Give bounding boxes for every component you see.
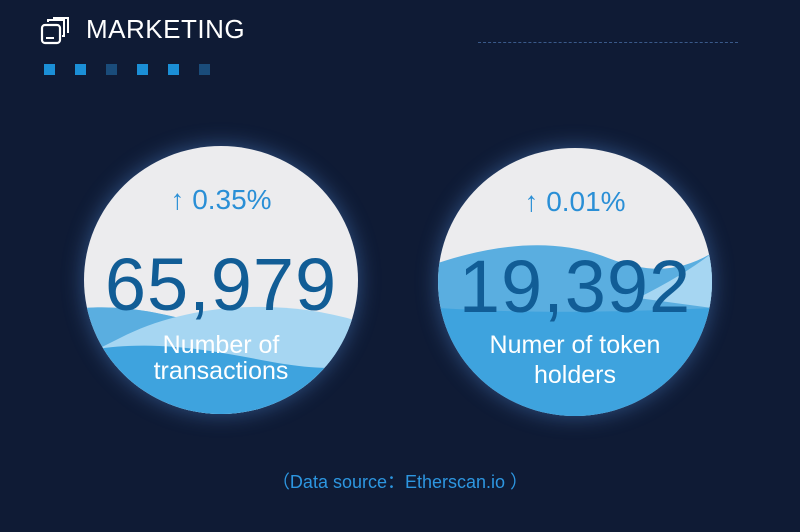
dot <box>168 64 179 75</box>
change-indicator: ↑ 0.01% <box>438 186 712 218</box>
change-value: 0.01% <box>546 186 626 217</box>
stat-card-transactions: ↑ 0.35% 65,979 Number of transactions <box>84 146 358 414</box>
dot <box>199 64 210 75</box>
stat-label-line2: transactions <box>153 357 289 385</box>
dot <box>137 64 148 75</box>
stat-label-line2: holders <box>534 361 616 389</box>
stat-value: 19,392 <box>458 245 692 328</box>
dot-row <box>44 64 210 75</box>
dot <box>75 64 86 75</box>
page-title: MARKETING <box>86 14 246 44</box>
arrow-up-icon: ↑ <box>524 186 539 217</box>
stat-label-line1: Numer of token <box>489 331 661 359</box>
change-indicator: ↑ 0.35% <box>84 184 358 216</box>
stacked-windows-icon <box>40 17 69 45</box>
dot <box>44 64 55 75</box>
stat-card-token-holders: ↑ 0.01% 19,392 Numer of token holders <box>438 148 712 416</box>
arrow-up-icon: ↑ <box>170 184 185 215</box>
data-source-note: （Data source：Etherscan.io ） <box>271 472 529 492</box>
stat-label-line1: Number of <box>162 331 280 359</box>
dot <box>106 64 117 75</box>
stat-value: 65,979 <box>104 243 338 326</box>
dashed-divider <box>478 42 738 43</box>
change-value: 0.35% <box>192 184 272 215</box>
